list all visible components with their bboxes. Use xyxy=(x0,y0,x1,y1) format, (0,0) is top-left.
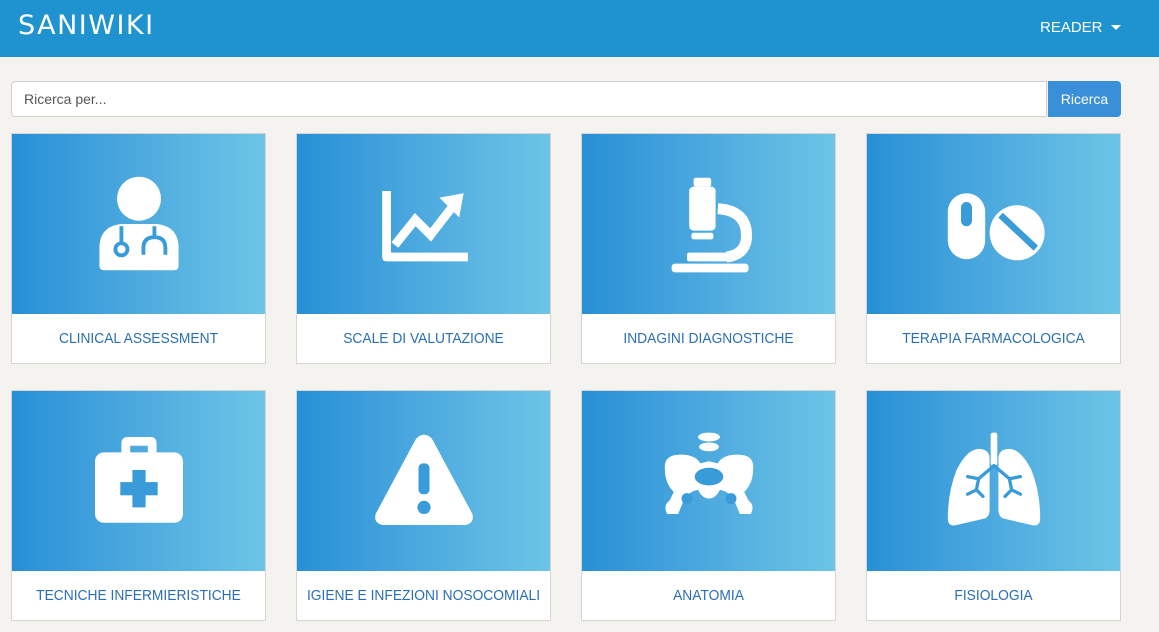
card-image xyxy=(867,134,1120,314)
card-title: INDAGINI DIAGNOSTICHE xyxy=(623,330,794,347)
card-title: IGIENE E INFEZIONI NOSOCOMIALI xyxy=(306,587,541,604)
card-title: ANATOMIA xyxy=(673,587,744,604)
card-title: FISIOLOGIA xyxy=(954,587,1033,604)
card-image xyxy=(867,391,1120,571)
card-title: TECNICHE INFERMIERISTICHE xyxy=(36,587,241,604)
top-navbar: SANIWIKI READER xyxy=(0,0,1159,57)
card-image xyxy=(12,134,265,314)
card-title: CLINICAL ASSESSMENT xyxy=(58,330,219,347)
category-card-indagini-diagnostiche[interactable]: INDAGINI DIAGNOSTICHE xyxy=(581,133,836,364)
card-title: SCALE DI VALUTAZIONE xyxy=(343,330,504,347)
brand-logo[interactable]: SANIWIKI xyxy=(18,10,155,41)
card-image xyxy=(297,134,550,314)
user-menu-dropdown[interactable]: READER xyxy=(1040,19,1121,36)
card-image xyxy=(297,391,550,571)
category-card-anatomia[interactable]: ANATOMIA xyxy=(581,390,836,621)
first-aid-kit-icon xyxy=(94,437,183,523)
card-title: TERAPIA FARMACOLOGICA xyxy=(902,330,1085,347)
search-button[interactable]: Ricerca xyxy=(1048,81,1121,117)
pelvis-bone-icon xyxy=(664,432,753,514)
warning-icon xyxy=(374,434,473,525)
category-card-terapia-farmacologica[interactable]: TERAPIA FARMACOLOGICA xyxy=(866,133,1121,364)
category-card-clinical-assessment[interactable]: CLINICAL ASSESSMENT xyxy=(11,133,266,364)
card-image xyxy=(582,391,835,571)
caret-down-icon xyxy=(1110,25,1121,30)
category-card-fisiologia[interactable]: FISIOLOGIA xyxy=(866,390,1121,621)
card-image xyxy=(582,134,835,314)
user-menu-label: READER xyxy=(1040,19,1103,36)
search-input[interactable] xyxy=(11,81,1047,117)
category-card-tecniche-infermieristiche[interactable]: TECNICHE INFERMIERISTICHE xyxy=(11,390,266,621)
category-card-igiene-e-infezioni[interactable]: IGIENE E INFEZIONI NOSOCOMIALI xyxy=(296,390,551,621)
lungs-icon xyxy=(947,432,1040,526)
pills-icon xyxy=(947,193,1045,261)
chart-line-icon xyxy=(381,191,468,262)
doctor-icon xyxy=(98,176,179,271)
card-image xyxy=(12,391,265,571)
category-card-scale-di-valutazione[interactable]: SCALE DI VALUTAZIONE xyxy=(296,133,551,364)
microscope-icon xyxy=(671,177,752,273)
